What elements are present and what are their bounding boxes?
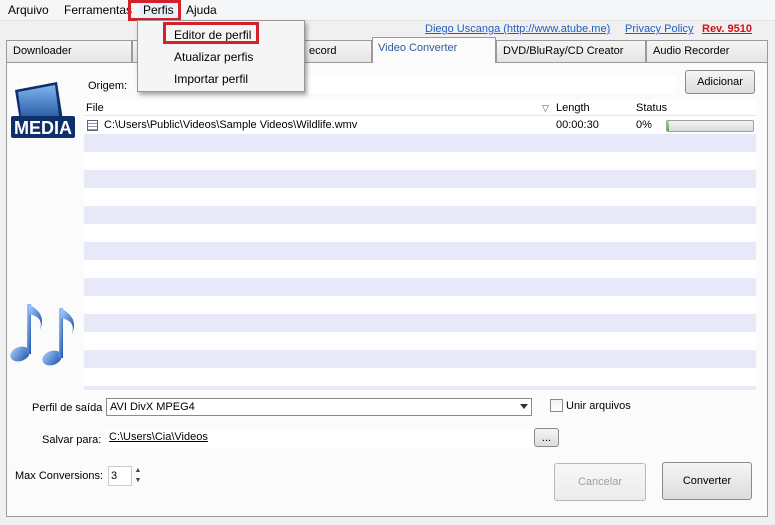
- tab-audio-recorder[interactable]: Audio Recorder: [646, 40, 768, 62]
- menu-perfis[interactable]: Perfis: [140, 3, 177, 18]
- file-path: C:\Users\Public\Videos\Sample Videos\Wil…: [104, 119, 358, 131]
- max-conversions-input[interactable]: 3: [108, 466, 132, 486]
- save-path-value: C:\Users\Cia\Videos: [109, 431, 208, 443]
- media-film-icon: MEDIA: [11, 80, 75, 138]
- column-length[interactable]: Length: [556, 102, 590, 114]
- list-stripes: [84, 116, 756, 390]
- file-icon: [87, 120, 98, 131]
- profile-label: Perfil de saída: [32, 402, 103, 414]
- profile-value: AVI DivX MPEG4: [110, 401, 195, 413]
- menu-item-importar-perfil[interactable]: Importar perfil: [171, 72, 251, 87]
- progress-bar: [666, 120, 754, 132]
- menu-bar: Arquivo Ferramentas Perfis Ajuda: [0, 0, 775, 21]
- menu-item-editor-de-perfil[interactable]: Editor de perfil: [171, 28, 254, 43]
- tab-downloader[interactable]: Downloader: [6, 40, 132, 62]
- menu-item-atualizar-perfis[interactable]: Atualizar perfis: [171, 50, 256, 65]
- svg-text:MEDIA: MEDIA: [14, 118, 72, 138]
- menu-ferramentas[interactable]: Ferramentas: [61, 3, 135, 18]
- menu-ajuda[interactable]: Ajuda: [183, 3, 220, 18]
- tab-hidden-2-label: ecord: [309, 45, 337, 57]
- revision-link[interactable]: Rev. 9510: [702, 23, 752, 35]
- table-row[interactable]: C:\Users\Public\Videos\Sample Videos\Wil…: [84, 117, 756, 134]
- file-list-header: File ▽ Length Status: [84, 100, 756, 116]
- max-conversions-label: Max Conversions:: [15, 470, 104, 482]
- dropdown-arrow-icon: [520, 404, 528, 409]
- save-path-field[interactable]: C:\Users\Cia\Videos: [106, 429, 534, 448]
- sort-arrow-icon: ▽: [542, 103, 549, 113]
- progress-bar-fill: [667, 121, 669, 131]
- save-to-label: Salvar para:: [42, 434, 102, 446]
- browse-button[interactable]: ...: [534, 428, 559, 447]
- profile-select[interactable]: AVI DivX MPEG4: [106, 398, 532, 416]
- author-link[interactable]: Diego Uscanga (http://www.atube.me): [425, 23, 610, 35]
- join-files-label: Unir arquivos: [566, 400, 631, 412]
- spin-arrows-icon[interactable]: ▲ ▼: [133, 466, 143, 486]
- file-length: 00:00:30: [556, 119, 599, 131]
- tab-dvd-creator[interactable]: DVD/BluRay/CD Creator: [496, 40, 646, 62]
- origin-label: Origem:: [88, 80, 128, 92]
- column-file[interactable]: File: [86, 102, 104, 114]
- convert-button[interactable]: Converter: [662, 462, 752, 500]
- file-list[interactable]: File ▽ Length Status C:\Users\Public\Vid…: [84, 100, 756, 390]
- cancel-button[interactable]: Cancelar: [554, 463, 646, 501]
- tab-video-converter[interactable]: Video Converter: [372, 37, 496, 63]
- join-files-checkbox[interactable]: [550, 399, 563, 412]
- menu-arquivo[interactable]: Arquivo: [5, 3, 52, 18]
- tab-hidden-2[interactable]: ecord: [302, 40, 372, 62]
- add-button[interactable]: Adicionar: [685, 70, 755, 94]
- privacy-policy-link[interactable]: Privacy Policy: [625, 23, 693, 35]
- column-status[interactable]: Status: [636, 102, 667, 114]
- file-status: 0%: [636, 119, 652, 131]
- music-notes-icon: [10, 304, 75, 366]
- perfis-dropdown-menu: Editor de perfil Atualizar perfis Import…: [137, 20, 305, 92]
